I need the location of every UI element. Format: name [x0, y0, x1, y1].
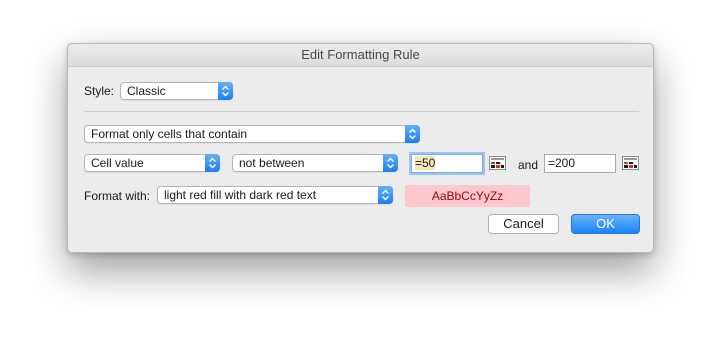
- rule-type-popup[interactable]: Format only cells that contain: [84, 125, 420, 143]
- and-label: and: [518, 158, 539, 172]
- dialog-title: Edit Formatting Rule: [68, 44, 653, 67]
- operator-popup[interactable]: not between: [232, 154, 398, 172]
- ok-button[interactable]: OK: [571, 214, 640, 234]
- value1-input[interactable]: =50: [411, 154, 483, 173]
- chevron-updown-icon: [205, 154, 220, 172]
- divider: [84, 111, 639, 112]
- chevron-updown-icon: [405, 125, 420, 143]
- style-popup-value: Classic: [127, 84, 166, 98]
- value1-text: =50: [415, 156, 436, 170]
- value2-text: =200: [548, 156, 576, 170]
- chevron-updown-icon: [378, 186, 393, 204]
- criteria-value: Cell value: [91, 156, 144, 170]
- chevron-updown-icon: [383, 154, 398, 172]
- format-with-popup[interactable]: light red fill with dark red text: [157, 186, 393, 204]
- style-popup[interactable]: Classic: [120, 82, 233, 100]
- rule-type-value: Format only cells that contain: [91, 127, 248, 141]
- collapse-dialog-icon[interactable]: [489, 156, 506, 170]
- cancel-button[interactable]: Cancel: [488, 214, 559, 234]
- format-with-label: Format with:: [84, 189, 151, 203]
- format-with-value: light red fill with dark red text: [164, 188, 317, 202]
- edit-formatting-rule-dialog: Edit Formatting Rule Style: Classic Form…: [67, 43, 654, 253]
- value2-input[interactable]: =200: [544, 154, 616, 173]
- chevron-updown-icon: [218, 82, 233, 100]
- style-label: Style:: [84, 84, 115, 98]
- operator-value: not between: [239, 156, 305, 170]
- format-preview: AaBbCcYyZz: [405, 185, 530, 207]
- criteria-popup[interactable]: Cell value: [84, 154, 220, 172]
- collapse-dialog-icon[interactable]: [622, 156, 639, 170]
